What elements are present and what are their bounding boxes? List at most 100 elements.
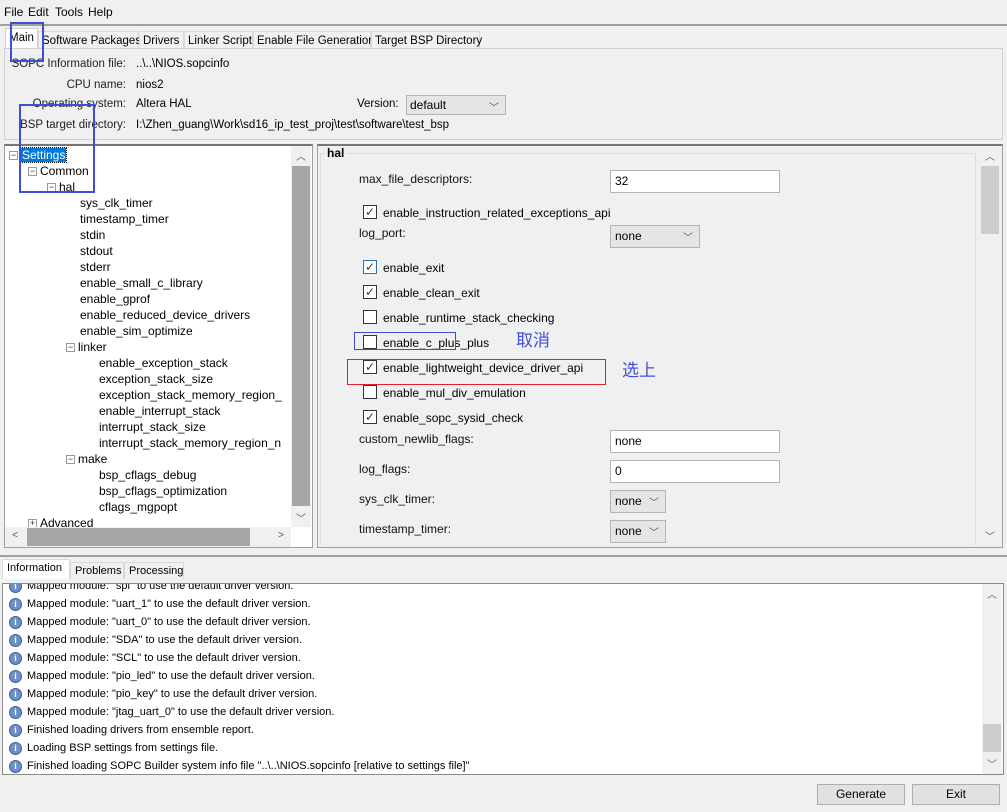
checkbox[interactable]: ✓ <box>363 205 377 219</box>
tab-target-bsp-directory[interactable]: Target BSP Directory <box>371 31 482 49</box>
os-value: Altera HAL <box>136 98 192 110</box>
checkbox-label[interactable]: enable_runtime_stack_checking <box>383 311 554 325</box>
chevron-down-icon: ﹀ <box>649 498 659 509</box>
log-port-select[interactable]: none ﹀ <box>610 225 700 248</box>
info-icon: i <box>9 723 22 737</box>
bsp-dir-value: I:\Zhen_guang\Work\sd16_ip_test_proj\tes… <box>136 119 450 131</box>
menu-help[interactable]: Help <box>88 5 113 19</box>
menu-edit[interactable]: Edit <box>28 5 49 19</box>
timestamp-timer-select[interactable]: none ﹀ <box>610 520 666 543</box>
divider <box>0 555 1007 557</box>
scroll-thumb[interactable] <box>983 724 1001 752</box>
menu-file[interactable]: File <box>4 5 23 19</box>
tree-vertical-scrollbar[interactable]: ︿ ﹀ <box>291 146 311 527</box>
tree-item[interactable]: cflags_mgpopt <box>99 499 177 515</box>
tree-item[interactable]: − linker <box>66 339 107 355</box>
tree-item[interactable]: sys_clk_timer <box>80 195 153 211</box>
tree-item[interactable]: exception_stack_memory_region_ <box>99 387 282 403</box>
checkbox[interactable]: ✓ <box>363 410 377 424</box>
tab-software-packages[interactable]: Software Packages <box>38 31 141 49</box>
menu-tools[interactable]: Tools <box>55 5 83 19</box>
tree-item[interactable]: bsp_cflags_debug <box>99 467 196 483</box>
annotation-select-text: 选上 <box>622 361 656 380</box>
sys-clk-timer-select[interactable]: none ﹀ <box>610 490 666 513</box>
scroll-up-icon[interactable]: ︿ <box>980 148 1000 163</box>
tree-item[interactable]: stdin <box>80 227 105 243</box>
tree-item[interactable]: bsp_cflags_optimization <box>99 483 227 499</box>
settings-tree: − Settings − Common − hal sys_clk_timer timesta… <box>4 144 313 548</box>
scroll-down-icon[interactable]: ﹀ <box>291 510 311 525</box>
timestamp-timer-label: timestamp_timer: <box>359 522 452 536</box>
scroll-thumb[interactable] <box>981 166 999 234</box>
checkbox-label[interactable]: enable_clean_exit <box>383 286 480 300</box>
log-entry: i Mapped module: "SCL" to use the default… <box>9 649 301 667</box>
tree-item-label: timestamp_timer <box>80 212 169 226</box>
tree-item[interactable]: exception_stack_size <box>99 371 213 387</box>
tree-item[interactable]: enable_interrupt_stack <box>99 403 220 419</box>
log-entry: i Mapped module: "uart_0" to use the defa… <box>9 613 311 631</box>
log-text: Mapped module: "pio_key" to use the defa… <box>27 688 318 700</box>
scroll-down-icon[interactable]: ﹀ <box>982 756 1002 771</box>
tab-processing[interactable]: Processing <box>124 562 184 579</box>
scroll-thumb[interactable] <box>27 528 250 546</box>
log-port-value: none <box>615 229 642 243</box>
tab-drivers[interactable]: Drivers <box>139 31 184 49</box>
tab-problems[interactable]: Problems <box>70 562 124 579</box>
log-entry: i Mapped module: "SDA" to use the default… <box>9 631 302 649</box>
chevron-down-icon: ﹀ <box>649 528 659 539</box>
scroll-left-icon[interactable]: < <box>5 530 25 541</box>
version-select[interactable]: default ﹀ <box>406 95 506 115</box>
log-flags-input[interactable]: 0 <box>610 460 780 483</box>
checkbox[interactable]: ✓ <box>363 285 377 299</box>
tab-information[interactable]: Information <box>2 559 70 579</box>
tree-item-label: enable_small_c_library <box>80 276 203 290</box>
log-text: Mapped module: "pio_led" to use the defa… <box>27 670 315 682</box>
scroll-right-icon[interactable]: > <box>271 530 291 541</box>
checkbox[interactable]: ✓ <box>363 260 377 274</box>
sys-clk-timer-value: none <box>615 494 642 508</box>
checkbox-label[interactable]: enable_instruction_related_exceptions_ap… <box>383 206 611 220</box>
log-text: Mapped module: "SDA" to use the default … <box>27 634 303 646</box>
scroll-down-icon[interactable]: ﹀ <box>980 528 1000 543</box>
tree-item[interactable]: enable_reduced_device_drivers <box>80 307 250 323</box>
annotation-box-cplusplus <box>354 332 456 350</box>
tree-item[interactable]: enable_gprof <box>80 291 150 307</box>
tree-item-label: interrupt_stack_memory_region_n <box>99 436 282 450</box>
collapse-icon[interactable]: − <box>66 455 75 465</box>
sys-clk-timer-label: sys_clk_timer: <box>359 492 436 506</box>
info-icon: i <box>9 687 22 701</box>
max-file-descriptors-input[interactable]: 32 <box>610 170 780 193</box>
tree-item[interactable]: enable_small_c_library <box>80 275 203 291</box>
tree-item[interactable]: stdout <box>80 243 113 259</box>
checkbox[interactable] <box>363 385 377 399</box>
tree-item[interactable]: interrupt_stack_size <box>99 419 206 435</box>
tree-item[interactable]: stderr <box>80 259 111 275</box>
tree-horizontal-scrollbar[interactable]: < > <box>5 527 291 547</box>
scroll-up-icon[interactable]: ︿ <box>291 148 311 163</box>
tree-item[interactable]: − make <box>66 451 107 467</box>
custom-newlib-flags-input[interactable]: none <box>610 430 780 453</box>
tab-enable-file-generation[interactable]: Enable File Generation <box>253 31 375 49</box>
tree-item[interactable]: enable_exception_stack <box>99 355 228 371</box>
checkbox[interactable] <box>363 310 377 324</box>
scroll-thumb[interactable] <box>292 166 310 506</box>
tab-linker-script[interactable]: Linker Script <box>184 31 253 49</box>
scroll-up-icon[interactable]: ︿ <box>982 586 1002 601</box>
annotation-box-tree <box>19 104 95 193</box>
collapse-icon[interactable]: − <box>9 151 18 161</box>
tree-item[interactable]: timestamp_timer <box>80 211 169 227</box>
annotation-box-lightweight <box>347 359 606 385</box>
hal-vertical-scrollbar[interactable]: ︿ ﹀ <box>980 146 1001 546</box>
tree-item[interactable]: enable_sim_optimize <box>80 323 193 339</box>
checkbox-label[interactable]: enable_sopc_sysid_check <box>383 411 523 425</box>
collapse-icon[interactable]: − <box>66 343 75 353</box>
cpu-label: CPU name: <box>66 79 126 91</box>
generate-button[interactable]: Generate <box>817 784 905 805</box>
checkbox-label[interactable]: enable_exit <box>383 261 444 275</box>
exit-button[interactable]: Exit <box>912 784 1000 805</box>
log-vertical-scrollbar[interactable]: ︿ ﹀ <box>982 584 1002 774</box>
checkbox-label[interactable]: enable_mul_div_emulation <box>383 386 526 400</box>
max-file-descriptors-label: max_file_descriptors: <box>359 172 473 186</box>
tree-item[interactable]: interrupt_stack_memory_region_n <box>99 435 281 451</box>
tree-item-label: stderr <box>80 260 111 274</box>
